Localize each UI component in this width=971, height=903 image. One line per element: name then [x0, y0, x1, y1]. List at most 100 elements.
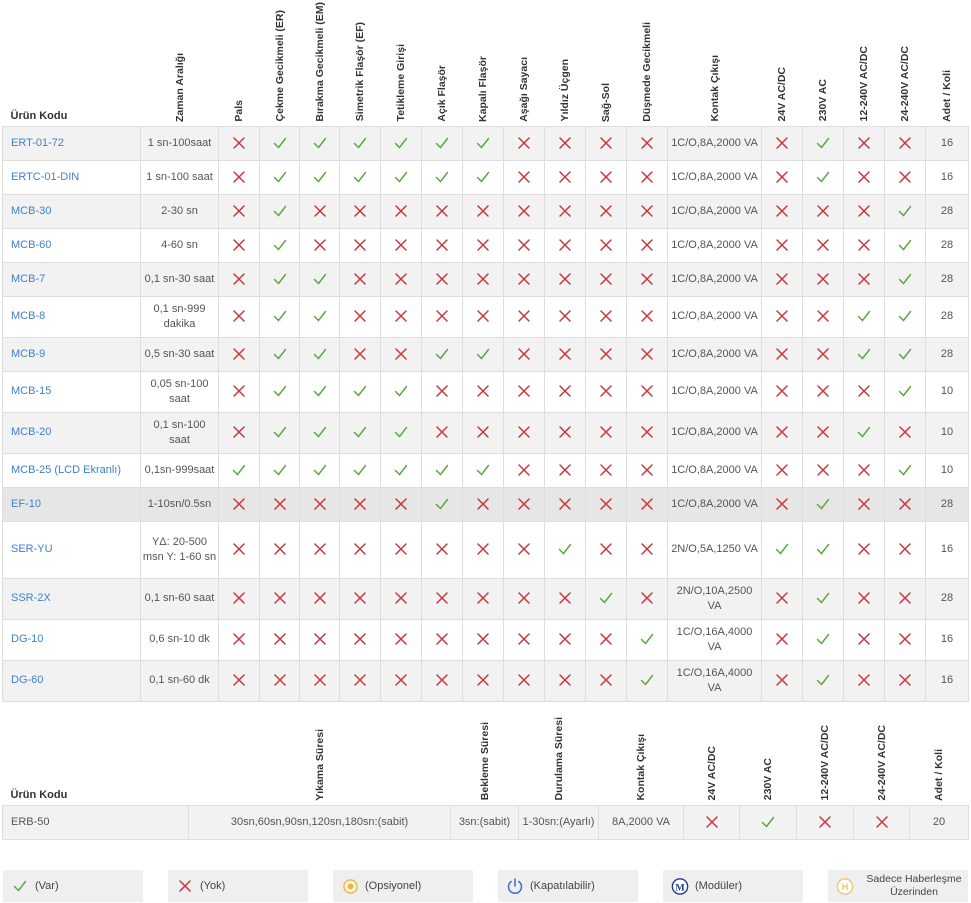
product-link[interactable]: MCB-7: [11, 273, 45, 285]
feature-cell: [626, 159, 668, 195]
feature-cell: [299, 411, 340, 454]
cross-icon: [313, 204, 326, 217]
modular-glyph: M: [675, 882, 685, 893]
cross-icon: [600, 238, 612, 251]
product-link[interactable]: ERT-01-72: [11, 137, 64, 149]
cross-icon: [776, 136, 788, 149]
table-row: MCB-25 (LCD Ekranlı) 0,1sn-999saat 1C/O,8A…: [2, 452, 969, 488]
cross-icon: [600, 674, 612, 686]
product-link[interactable]: EF-10: [11, 498, 41, 510]
legend-label: (Yok): [200, 879, 226, 892]
product-link[interactable]: DG-60: [11, 674, 43, 686]
feature-cell: [259, 336, 300, 372]
voltage-cell: [843, 125, 885, 161]
feature-cell: [503, 159, 545, 195]
table-row: MCB-60 4-60 sn 1C/O,8A,2000 VA 28: [2, 227, 969, 263]
feature-cell: [259, 261, 300, 297]
voltage-cell: [843, 261, 885, 297]
cross-icon: [899, 592, 911, 604]
cross-icon: [776, 347, 788, 360]
cross-icon: [313, 674, 326, 686]
check-icon: [273, 385, 286, 397]
cross-icon: [273, 497, 286, 510]
voltage-cell: [761, 452, 803, 488]
cross-icon: [354, 347, 366, 360]
cross-icon: [436, 238, 448, 251]
cross-icon: [600, 204, 612, 217]
check-icon: [435, 498, 449, 510]
voltage-cell: [761, 336, 803, 372]
feature-cell: [421, 659, 463, 702]
cross-icon: [817, 463, 829, 476]
product-link[interactable]: MCB-60: [11, 239, 51, 251]
voltage-cell: [802, 370, 844, 413]
product-link[interactable]: MCB-9: [11, 348, 45, 360]
cross-icon: [176, 877, 194, 895]
cross-icon: [858, 170, 870, 183]
feature-cell: [259, 295, 300, 338]
cross-icon: [354, 238, 366, 251]
feature-cell: [585, 261, 627, 297]
product-link[interactable]: ERTC-01-DIN: [11, 171, 79, 183]
feature-cell: [380, 618, 422, 661]
time-range-cell: 0,1 sn-30 saat: [140, 261, 219, 297]
product-link[interactable]: DG-10: [11, 633, 43, 645]
check-icon: [273, 239, 286, 251]
time-range-cell: 1 sn-100 saat: [140, 159, 219, 195]
feature-cell: [339, 370, 381, 413]
contact-output-cell: 1C/O,16A,4000 VA: [667, 659, 762, 702]
time-range-cell: 0,05 sn-100 saat: [140, 370, 219, 413]
product-link[interactable]: MCB-8: [11, 310, 45, 322]
cross-icon: [354, 497, 366, 510]
time-range-cell: 0,6 sn-10 dk: [140, 618, 219, 661]
check-icon: [775, 543, 789, 555]
feature-cell: [259, 452, 300, 488]
voltage-cell: [802, 336, 844, 372]
check-icon: [394, 464, 408, 476]
check-icon: [816, 498, 830, 510]
check-icon: [313, 171, 326, 183]
washer-header: Kontak Çıkışı: [635, 733, 647, 801]
cross-icon: [395, 674, 407, 686]
feature-cell: [503, 193, 545, 229]
cross-icon: [641, 426, 653, 438]
product-link[interactable]: SER-YU: [11, 543, 53, 555]
feature-cell: [259, 520, 300, 579]
feature-cell: [585, 125, 627, 161]
table-row: DG-10 0,6 sn-10 dk 1C/O,16A,4000 VA 16: [2, 618, 969, 661]
check-icon: [857, 310, 871, 322]
feature-cell: [585, 411, 627, 454]
product-link[interactable]: MCB-20: [11, 426, 51, 438]
feature-cell: [380, 577, 422, 620]
voltage-header: 24-240V AC/DC: [875, 725, 888, 801]
feature-cell: [421, 520, 463, 579]
feature-cell: [503, 486, 545, 522]
feature-cell: [421, 227, 463, 263]
voltage-cell: [884, 336, 926, 372]
feature-cell: [544, 336, 586, 372]
product-link[interactable]: SSR-2X: [11, 592, 51, 604]
feature-cell: [544, 125, 586, 161]
feature-cell: [626, 520, 668, 579]
feature-cell: [218, 336, 260, 372]
product-code-cell: DG-10: [2, 618, 141, 661]
feature-cell: [421, 618, 463, 661]
cross-icon: [600, 310, 612, 322]
legend-label: Sadece Haberleşme Üzerinden: [866, 873, 962, 898]
feature-cell: [626, 370, 668, 413]
cross-icon: [705, 815, 718, 828]
feature-cell: [544, 193, 586, 229]
feature-cell: [218, 659, 260, 702]
product-link[interactable]: MCB-30: [11, 205, 51, 217]
check-icon: [898, 464, 912, 476]
product-link[interactable]: MCB-15: [11, 385, 51, 397]
feature-cell: [626, 295, 668, 338]
time-range-cell: 0,1 sn-100 saat: [140, 411, 219, 454]
quantity-cell: 28: [925, 486, 969, 522]
product-link[interactable]: MCB-25 (LCD Ekranlı): [11, 464, 121, 476]
voltage-cell: [843, 520, 885, 579]
cross-icon: [641, 543, 653, 555]
feature-cell: [339, 125, 381, 161]
voltage-cell: [802, 193, 844, 229]
cross-icon: [600, 272, 612, 285]
